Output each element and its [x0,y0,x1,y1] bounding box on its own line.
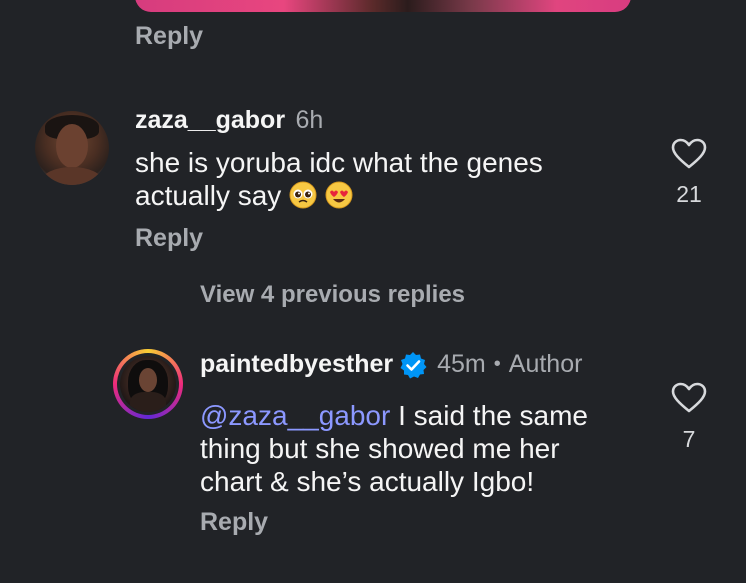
heart-eyes-emoji [325,181,353,209]
reply-like-heart-icon[interactable] [671,382,707,414]
reply-text-line-3: chart & she’s actually Igbo! [200,466,535,497]
comment-header: zaza__gabor 6h [135,106,323,135]
previous-comment-reply-button[interactable]: Reply [135,22,203,51]
reply-avatar[interactable] [117,353,179,415]
author-badge: Author [508,350,583,378]
reply-header: paintedbyesther 45m • Author [200,350,582,379]
comment-text-line-2: actually say [135,179,635,212]
comment-reply-button[interactable]: Reply [135,224,203,253]
comment-text-line: she is yoruba idc what the genes [135,147,543,178]
pleading-face-emoji [289,181,317,209]
previous-comment-image[interactable] [135,0,631,12]
reply-text-line-1: @zaza__gabor I said the same [200,399,650,432]
comment-username[interactable]: zaza__gabor [135,106,285,134]
reply-reply-button[interactable]: Reply [200,508,268,537]
avatar[interactable] [35,111,109,185]
verified-badge-icon [400,351,427,378]
reply-text-line-2: thing but she showed me her [200,433,560,464]
comment-text-line-2-text: actually say [135,180,282,211]
reply-like-count: 7 [682,426,696,452]
comment-text: she is yoruba idc what the genes actuall… [135,146,635,212]
meta-separator: • [493,353,501,375]
view-previous-replies-button[interactable]: View 4 previous replies [200,281,465,309]
comment-like-count: 21 [676,181,702,207]
reply-text-line-1-rest: I said the same [390,400,588,431]
comment-like-heart-icon[interactable] [671,138,707,170]
reply-username[interactable]: paintedbyesther [200,350,393,379]
comment-time: 6h [295,106,324,134]
reply-text: @zaza__gabor I said the same thing but s… [200,399,650,498]
mention-link[interactable]: @zaza__gabor [200,400,390,431]
reply-time: 45m [437,350,486,378]
